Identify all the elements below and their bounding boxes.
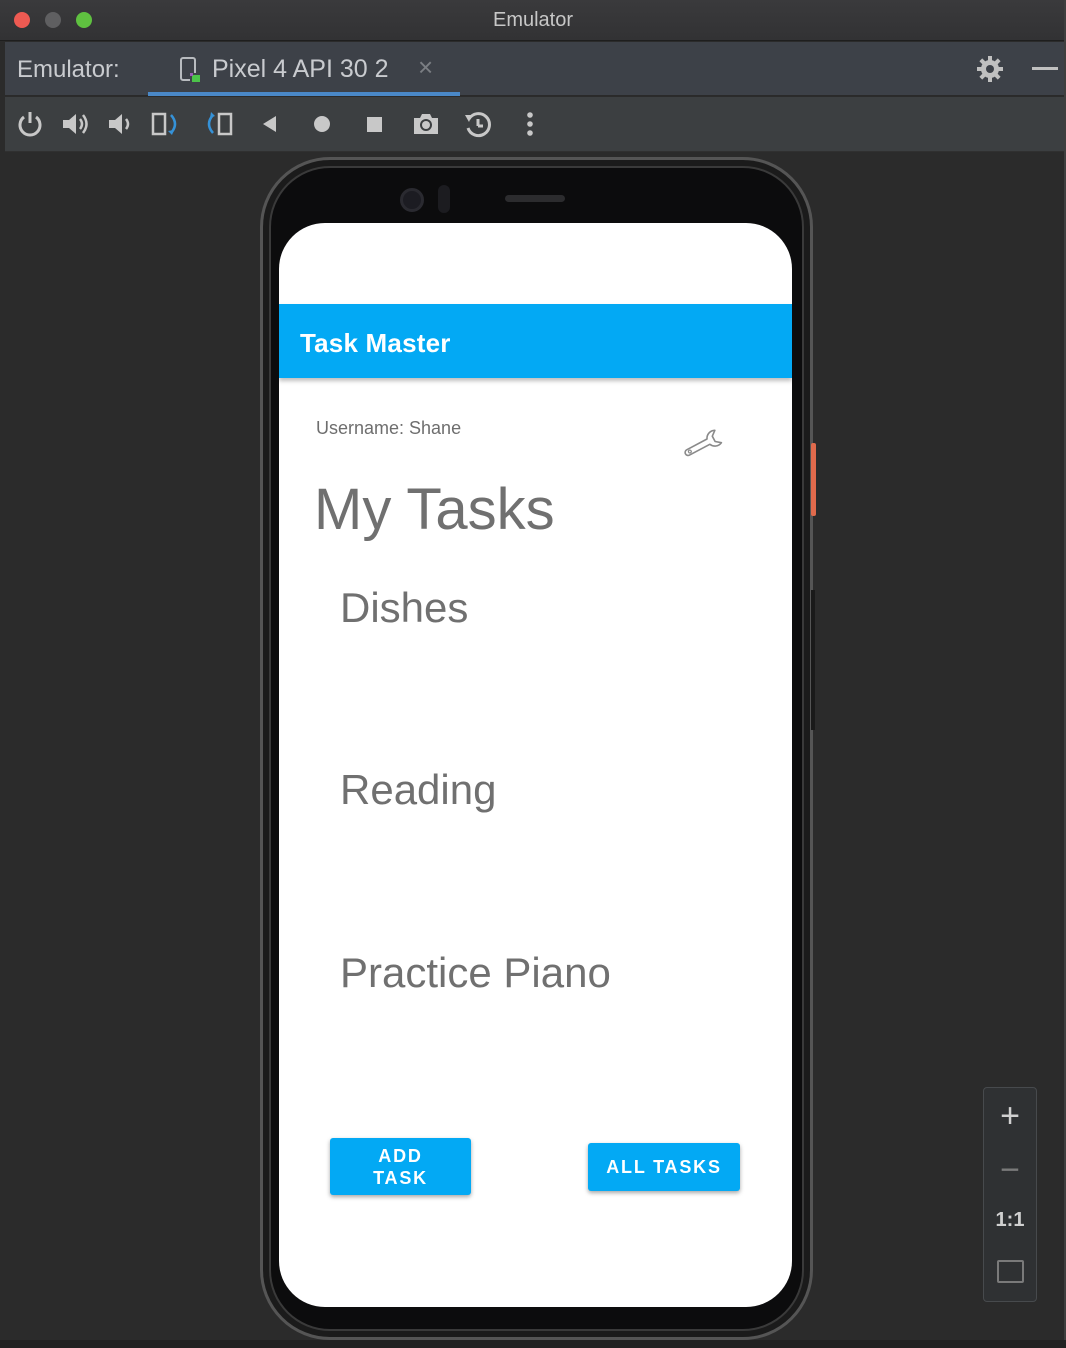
gear-icon[interactable] [975,54,1005,84]
task-item-reading[interactable]: Reading [340,766,496,814]
zoom-controls: + − 1:1 [983,1087,1037,1302]
rotate-right-icon[interactable] [203,109,233,139]
phone-volume-button [811,590,815,730]
all-tasks-button[interactable]: ALL TASKS [588,1143,740,1191]
overview-icon[interactable] [359,109,389,139]
window-title: Emulator [492,9,574,31]
more-icon[interactable] [515,109,545,139]
tab-device[interactable]: Pixel 4 API 30 2 × [148,42,460,96]
volume-down-icon[interactable] [105,109,135,139]
task-item-practice-piano[interactable]: Practice Piano [340,949,611,997]
app-bar: Task Master [279,304,792,378]
tabbar-label: Emulator: [17,56,120,83]
back-icon[interactable] [255,109,285,139]
window-titlebar: Emulator [0,0,1066,41]
phone-power-button [811,443,816,516]
phone-device-icon [180,57,200,82]
proximity-sensor [438,185,450,213]
rotate-left-icon[interactable] [151,109,181,139]
home-icon[interactable] [307,109,337,139]
earpiece-speaker [505,195,565,202]
emulator-toolbar [5,97,1066,152]
hide-panel-icon[interactable] [1032,67,1058,70]
volume-up-icon[interactable] [60,109,90,139]
snapshot-icon[interactable] [463,109,493,139]
front-camera-icon [400,188,424,212]
screenshot-icon[interactable] [411,109,441,139]
fit-screen-icon[interactable] [997,1260,1024,1283]
tab-label: Pixel 4 API 30 2 [212,55,389,83]
zoom-out-button[interactable]: − [984,1150,1036,1190]
task-item-dishes[interactable]: Dishes [340,584,468,632]
power-icon[interactable] [15,109,45,139]
tab-active-indicator [148,92,460,96]
actual-size-button[interactable]: 1:1 [984,1208,1036,1232]
tab-close-icon[interactable]: × [418,54,433,80]
window-border-bottom [0,1340,1066,1348]
device-screen[interactable]: Task Master Username: Shane My Tasks Dis… [279,223,792,1307]
wrench-settings-icon[interactable] [682,426,726,462]
page-title: My Tasks [314,477,555,542]
zoom-in-button[interactable]: + [984,1096,1036,1136]
username-label: Username: Shane [316,418,462,438]
add-task-button[interactable]: ADD TASK [330,1138,471,1195]
app-title: Task Master [300,328,451,358]
emulator-tabbar: Emulator: Pixel 4 API 30 2 × [5,42,1066,96]
